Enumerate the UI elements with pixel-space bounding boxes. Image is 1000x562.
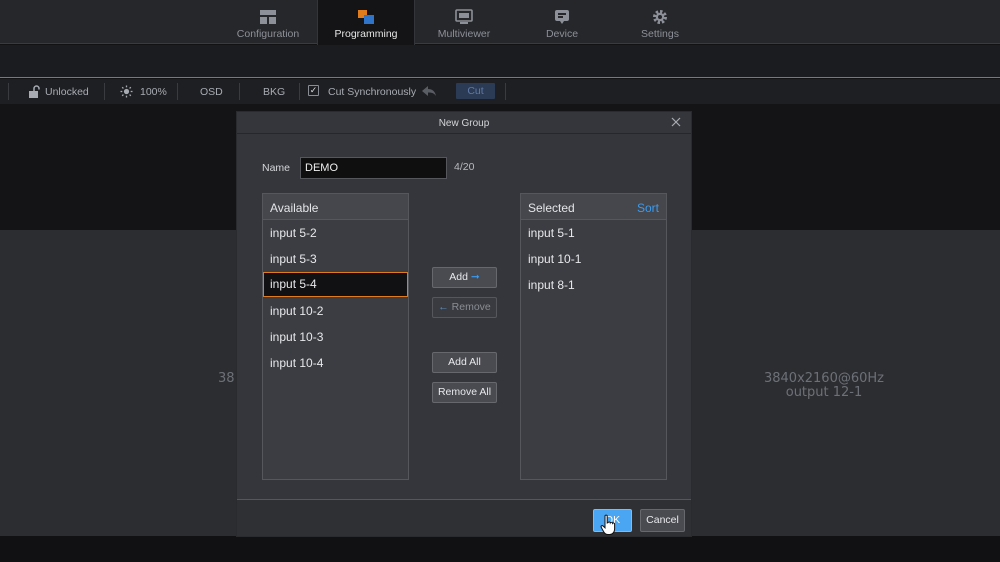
top-navigation: Configuration Programming Multiviewer De…	[0, 0, 1000, 45]
programming-icon	[358, 10, 374, 24]
hand-cursor-icon	[600, 514, 616, 535]
selected-item[interactable]: input 5-1	[521, 221, 666, 246]
tab-label: Multiviewer	[437, 28, 491, 40]
add-all-button[interactable]: Add All	[432, 352, 497, 373]
close-icon[interactable]	[669, 115, 683, 129]
undo-icon[interactable]	[421, 85, 437, 98]
cancel-button[interactable]: Cancel	[640, 509, 685, 532]
available-item-selected[interactable]: input 5-4	[263, 272, 408, 297]
selected-item[interactable]: input 10-1	[521, 247, 666, 272]
toolbar-divider	[177, 83, 178, 100]
monitor-icon	[455, 9, 473, 24]
remove-all-button[interactable]: Remove All	[432, 382, 497, 403]
dialog-title: New Group	[438, 118, 490, 129]
tab-programming[interactable]: Programming	[317, 0, 415, 45]
available-item[interactable]: input 10-4	[263, 351, 408, 376]
bkg-button[interactable]: BKG	[263, 85, 285, 99]
dialog-header: New Group	[237, 112, 691, 134]
tab-device[interactable]: Device	[513, 0, 611, 44]
available-title: Available	[270, 201, 319, 215]
sub-header-bar	[0, 45, 1000, 78]
cut-sync-checkbox[interactable]: ✓	[308, 85, 319, 96]
name-label: Name	[262, 162, 291, 174]
available-item[interactable]: input 10-3	[263, 325, 408, 350]
name-char-count: 4/20	[454, 161, 475, 173]
selected-title: Selected	[528, 201, 575, 215]
available-item[interactable]: input 5-3	[263, 247, 408, 272]
available-item[interactable]: input 5-2	[263, 221, 408, 246]
brightness-icon[interactable]	[120, 85, 133, 98]
tab-label: Device	[545, 28, 579, 40]
output-name-text: output 12-1	[785, 385, 863, 400]
device-icon	[555, 10, 569, 24]
gear-icon	[653, 10, 667, 24]
add-button[interactable]: Add ➞	[432, 267, 497, 288]
bottom-bar	[0, 536, 1000, 562]
osd-button[interactable]: OSD	[200, 85, 223, 99]
tab-label: Programming	[334, 28, 398, 40]
cut-button[interactable]: Cut	[456, 83, 495, 99]
toolbar-divider	[239, 83, 240, 100]
tab-multiviewer[interactable]: Multiviewer	[415, 0, 513, 44]
tab-configuration[interactable]: Configuration	[219, 0, 317, 44]
toolbar-divider	[8, 83, 9, 100]
brightness-value[interactable]: 100%	[140, 85, 167, 99]
layer-resolution-text: 38	[218, 371, 235, 386]
sort-button[interactable]: Sort	[637, 201, 659, 215]
available-list: Available input 5-2 input 5-3 input 5-4 …	[262, 193, 409, 480]
remove-label: Remove	[451, 301, 491, 313]
cut-sync-label: Cut Synchronously	[328, 86, 417, 98]
app-window: Configuration Programming Multiviewer De…	[0, 0, 1000, 562]
unlock-icon[interactable]	[28, 85, 40, 98]
available-item[interactable]: input 10-2	[263, 299, 408, 324]
group-name-input[interactable]	[300, 157, 447, 179]
layout-grid-icon	[260, 10, 276, 24]
toolbar-divider	[505, 83, 506, 100]
toolbar-divider	[104, 83, 105, 100]
lock-status-label[interactable]: Unlocked	[45, 85, 89, 99]
dialog-footer: OK Cancel	[237, 499, 691, 536]
selected-list-header: Selected Sort	[521, 194, 666, 220]
tab-settings[interactable]: Settings	[611, 0, 709, 44]
new-group-dialog: New Group Name 4/20 Available input 5-2 …	[236, 111, 692, 537]
arrow-right-icon: ➞	[470, 271, 480, 283]
toolbar-divider	[299, 83, 300, 100]
arrow-left-icon: ←	[438, 301, 449, 313]
selected-item[interactable]: input 8-1	[521, 273, 666, 298]
tab-label: Configuration	[236, 28, 300, 40]
toolbar: Unlocked 100% OSD BKG ✓ Cut Synchronousl…	[0, 79, 1000, 104]
selected-list: Selected Sort input 5-1 input 10-1 input…	[520, 193, 667, 480]
available-list-header: Available	[263, 194, 408, 220]
remove-button[interactable]: ← Remove	[432, 297, 497, 318]
output-resolution-text: 3840x2160@60Hz	[763, 371, 884, 386]
add-label: Add	[449, 271, 468, 283]
tab-label: Settings	[641, 28, 679, 40]
